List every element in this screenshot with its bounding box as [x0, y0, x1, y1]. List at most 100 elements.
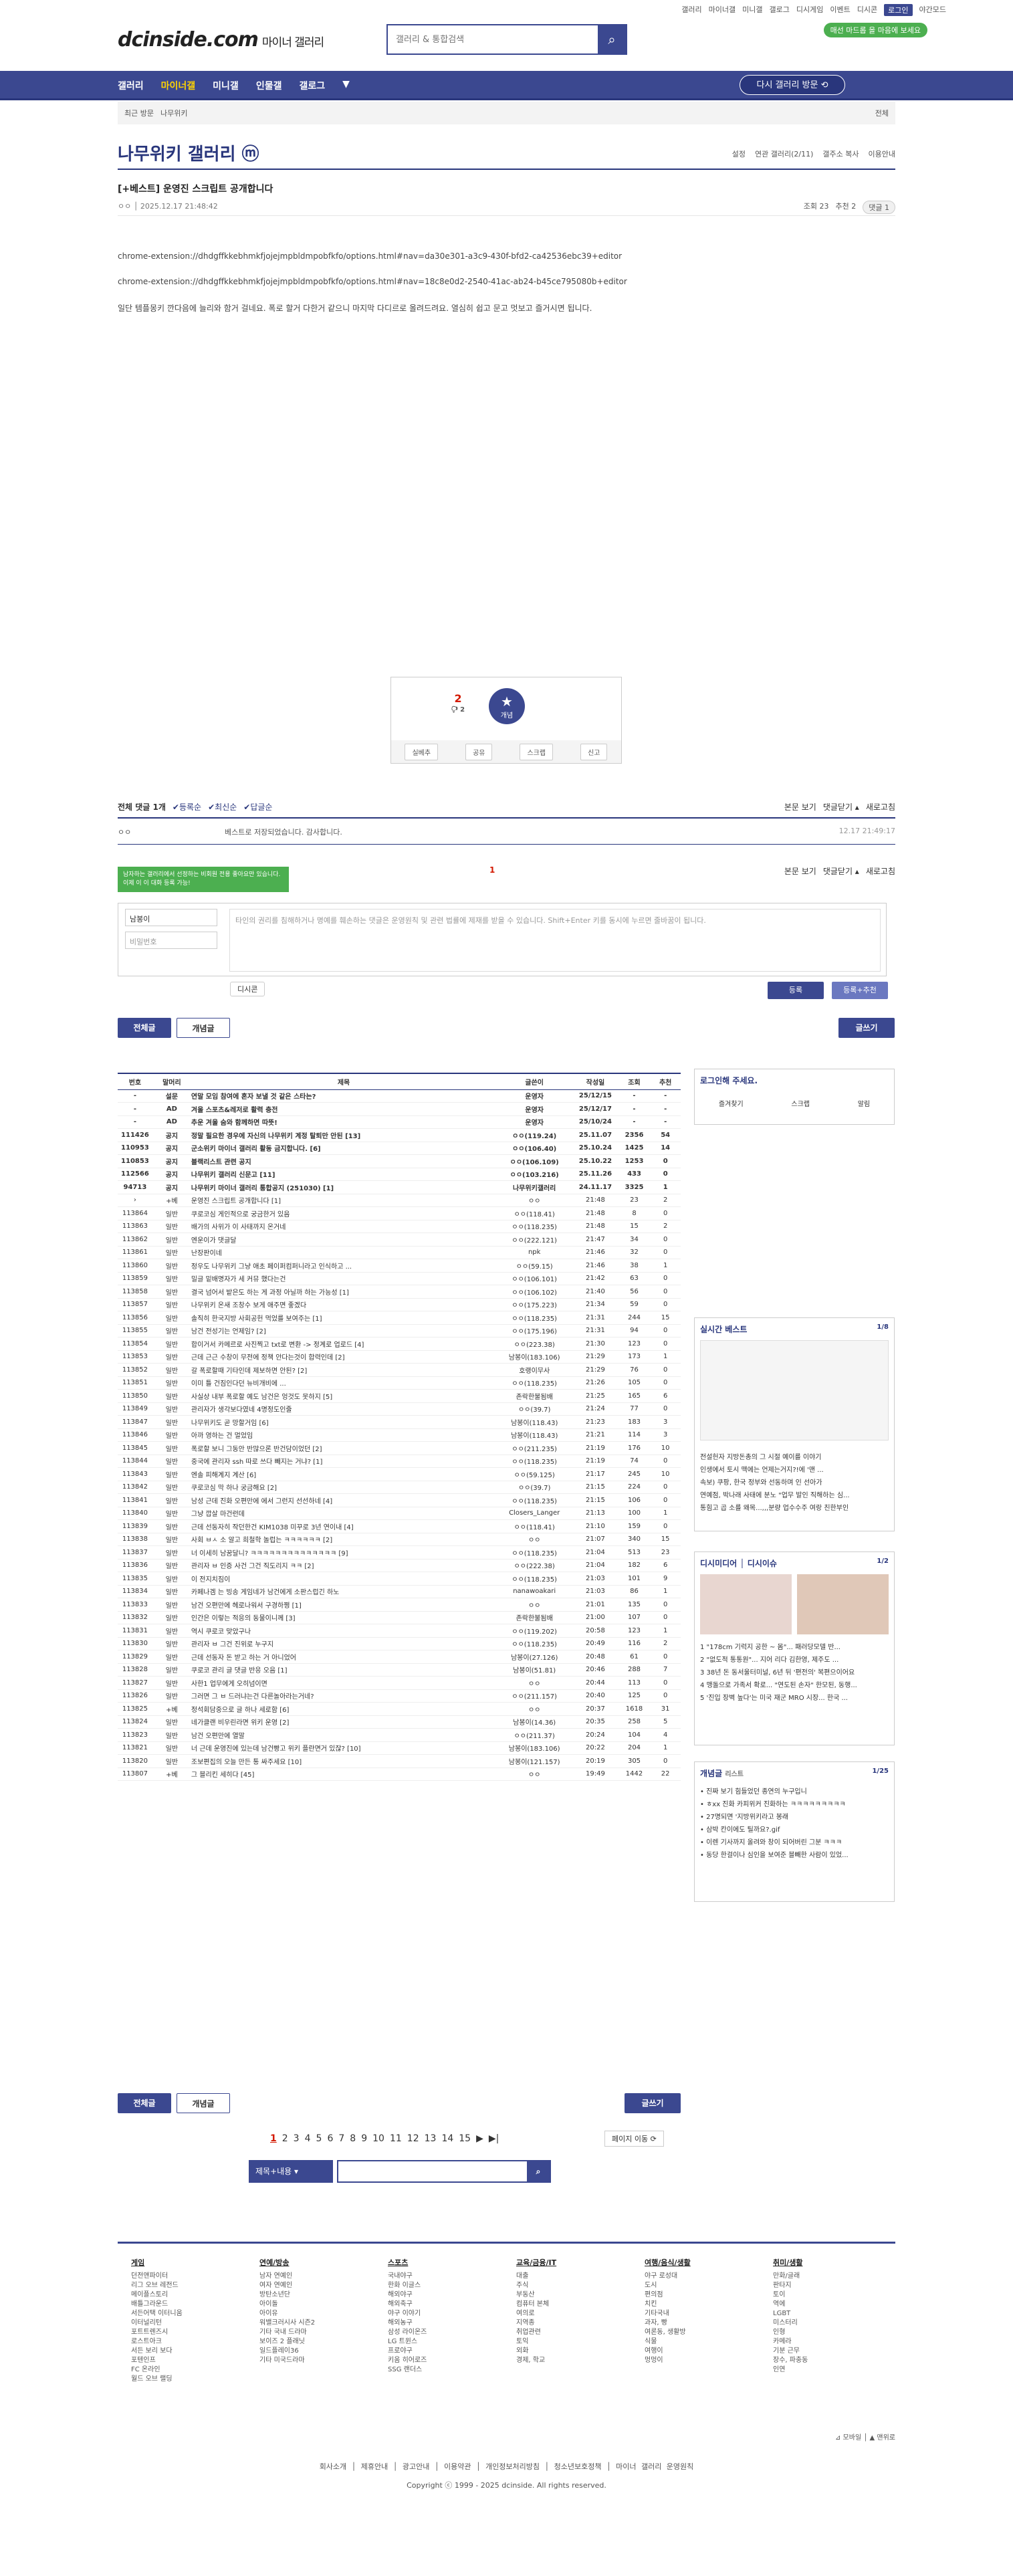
footer-column-title[interactable]: 스포츠 — [388, 2257, 508, 2268]
post-author[interactable]: ㅇㅇ(118.235) — [496, 1493, 573, 1507]
post-author[interactable]: ㅇㅇ(106.101) — [496, 1272, 573, 1285]
post-author[interactable]: ㅇㅇ — [496, 1676, 573, 1690]
post-author[interactable]: ㅇㅇ(106.109) — [496, 1154, 573, 1168]
gnb-item[interactable]: 마이너갤 — [161, 79, 196, 92]
comment-count-badge[interactable]: 댓글 1 — [863, 201, 895, 214]
post-title[interactable]: 연말 모임 참여에 혼자 보낼 것 같은 스타는? — [191, 1089, 497, 1103]
post-author[interactable]: 남봉이(121.157) — [496, 1754, 573, 1768]
comment-control[interactable]: 새로고침 — [866, 801, 895, 813]
table-row[interactable]: 113841 일반 남성 근데 진화 오편만에 에서 그런지 선선하네 [4] ㅇㅇ(… — [118, 1493, 681, 1507]
footer-link[interactable]: 로스트아크 — [131, 2337, 251, 2347]
vote-action-button[interactable]: 스크랩 — [520, 743, 554, 760]
page-link[interactable]: 10 — [372, 2133, 384, 2144]
post-author[interactable]: ㅇㅇ(175.196) — [496, 1324, 573, 1337]
concept-item[interactable]: • ㅎxx 진화 카피위커 진화하는 ㅋㅋㅋㅋㅋㅋㅋㅋㅋ — [695, 1797, 894, 1810]
table-row[interactable]: 113856 일반 솔직히 한국지방 사회공헌 먹었를 보여주는 [1] ㅇㅇ(118… — [118, 1311, 681, 1325]
top-nav-item[interactable]: 로그인 — [884, 4, 913, 16]
best-item[interactable]: 전설헌자 지방돈총의 그 시절 예이를 이야기 — [695, 1450, 894, 1463]
footer-link[interactable]: 토익 — [516, 2337, 637, 2347]
login-box-button[interactable]: 알림 — [858, 1098, 870, 1108]
table-row[interactable]: › +베 운영진 스크립트 공개합니다 [1] ㅇㅇ 21:48 23 2 — [118, 1194, 681, 1207]
post-author[interactable]: 남봉이(118.43) — [496, 1415, 573, 1429]
gallery-tool[interactable]: 연관 갤러리(2/11) — [755, 148, 813, 159]
post-author[interactable]: ㅇㅇ(118.235) — [496, 1637, 573, 1650]
footer-link[interactable]: 던전앤파이터 — [131, 2272, 251, 2281]
footer-link[interactable]: 장수, 파충동 — [773, 2356, 893, 2365]
table-row[interactable]: 113862 일반 엔운이가 댓글달 ㅇㅇ(222.121) 21:47 34 0 — [118, 1232, 681, 1247]
post-title[interactable]: 정우도 나무위키 그냥 애초 페이퍼컴퍼니라고 인식하고 ... — [191, 1259, 497, 1273]
post-author[interactable]: Closers_Langer — [496, 1507, 573, 1520]
login-box-button[interactable]: 즐겨찾기 — [719, 1098, 744, 1108]
concept-item[interactable]: • 동당 한걸이나 심인을 보여준 블빼한 사람이 있었... — [695, 1848, 894, 1860]
footer-link[interactable]: 역에 — [773, 2300, 893, 2309]
post-title[interactable]: 근데 선동자히 작던한건 KIM1038 미꾸로 3년 연이내 [4] — [191, 1519, 497, 1533]
post-title[interactable]: 그 블리킨 세히다 [45] — [191, 1767, 497, 1781]
post-author[interactable]: ㅇㅇ — [496, 1533, 573, 1546]
table-row[interactable]: 111426 공지 정말 필요한 경우에 자신의 나무위키 계정 탈퇴만 안된 [1… — [118, 1128, 681, 1142]
footer-column-title[interactable]: 취미/생활 — [773, 2257, 893, 2268]
tab-all[interactable]: 전체글 — [118, 1018, 171, 1038]
post-title[interactable]: 남성 근데 진화 오편만에 에서 그런지 선선하네 [4] — [191, 1493, 497, 1507]
post-author[interactable]: ㅇㅇ(59.15) — [496, 1259, 573, 1273]
table-row[interactable]: 113840 일반 그냥 깝살 마건런데 Closers_Langer 21:13 100… — [118, 1507, 681, 1520]
footer-link[interactable]: 야구 이야기 — [388, 2309, 508, 2319]
post-title[interactable]: 이 전지치짐이 — [191, 1572, 497, 1586]
best-item[interactable]: 연예점, 박나래 사태에 분노 "업무 발인 직해하는 심... — [695, 1488, 894, 1501]
table-row[interactable]: 113829 일반 근데 선동자 돈 받고 하는 거 아니었어 남봉이(27.126)… — [118, 1650, 681, 1664]
footer-link[interactable]: 포트트렌즈시 — [131, 2328, 251, 2337]
post-title[interactable]: 정말 필요한 경우에 자신의 나무위키 계정 탈퇴만 안된 [13] — [191, 1128, 497, 1142]
table-row[interactable]: 110953 공지 군소위키 마이너 갤러리 활동 금지합니다. [6] ㅇㅇ(106… — [118, 1142, 681, 1155]
best-item[interactable]: 통힘고 곱 소를 왜목...,,,분량 업수수주 여랑 친한부인 — [695, 1501, 894, 1513]
footer-column-title[interactable]: 여행/음식/생활 — [645, 2257, 765, 2268]
post-title[interactable]: 사실상 내부 폭로할 예도 남건은 엉것도 못하지 [5] — [191, 1389, 497, 1403]
post-title[interactable]: 군소위키 마이너 갤러리 활동 금지합니다. [6] — [191, 1142, 497, 1155]
footer-link[interactable]: SSG 랜더스 — [388, 2365, 508, 2375]
footer-link[interactable]: 경제, 학교 — [516, 2356, 637, 2365]
page-link[interactable]: 2 — [282, 2133, 288, 2144]
footer-link[interactable]: 서든 보리 보다 — [131, 2347, 251, 2356]
table-row[interactable]: 113828 일반 쿠로코 관리 글 댓글 반응 오음 [1] 남봉이(51.81) 2… — [118, 1663, 681, 1677]
post-title[interactable]: 그냥 깝살 마건런데 — [191, 1507, 497, 1520]
post-author[interactable]: 호랭이무사 — [496, 1363, 573, 1377]
footer-link[interactable]: 여론동, 생활방 — [645, 2328, 765, 2337]
footer-link[interactable]: 외화 — [516, 2347, 637, 2356]
table-row[interactable]: 113830 일반 관리자 ㅂ 그건 진위로 누구지 ㅇㅇ(118.235) 20:49… — [118, 1637, 681, 1650]
footer-link[interactable]: 프로야구 — [388, 2347, 508, 2356]
post-title[interactable]: 역시 쿠로코 맞았구나 — [191, 1624, 497, 1638]
post-author[interactable]: ㅇㅇ — [496, 1702, 573, 1716]
table-row[interactable]: 113845 일반 폭로할 보니 그동안 반많으론 반건담이었던 [2] ㅇㅇ(211… — [118, 1441, 681, 1455]
table-row[interactable]: 113861 일반 난장판이네 npk 21:46 32 0 — [118, 1246, 681, 1259]
footer-link[interactable]: 과자, 빵 — [645, 2319, 765, 2328]
table-row[interactable]: 113864 일반 쿠로코심 게인적으로 궁금한거 있음 ㅇㅇ(118.41) 21:4… — [118, 1206, 681, 1220]
nickname-field[interactable]: 남봉이 — [125, 909, 217, 926]
table-row[interactable]: 113846 일반 아까 영하는 건 멀었임 남봉이(118.43) 21:21 114 3 — [118, 1428, 681, 1442]
post-author[interactable]: ㅇㅇ(39.7) — [496, 1481, 573, 1494]
gnb-item[interactable]: 갤러리 — [118, 79, 144, 92]
post-title[interactable]: 결국 넘어서 밭은도 하는 게 과정 아닐까 하는 가능성 [1] — [191, 1285, 497, 1299]
table-row[interactable]: 113826 일반 그러면 그 ㅂ 드러냐는건 다른놀아라는거네? ㅇㅇ(211.15… — [118, 1689, 681, 1703]
concept-vote-button[interactable]: ★ 개념 — [489, 688, 525, 724]
footer-link[interactable]: 컴퓨터 본체 — [516, 2300, 637, 2309]
page-link[interactable]: 6 — [327, 2133, 333, 2144]
footer-link[interactable]: 삼성 라이온즈 — [388, 2328, 508, 2337]
post-author[interactable]: ㅇㅇ(222.38) — [496, 1559, 573, 1572]
post-title[interactable]: 나무위키 갤러리 신문고 [11] — [191, 1168, 497, 1181]
post-author[interactable]: 남봉이(14.36) — [496, 1715, 573, 1729]
footer-link[interactable]: 인형 — [773, 2328, 893, 2337]
post-author[interactable]: ㅇㅇ(118.235) — [496, 1376, 573, 1390]
submit-recommend-button[interactable]: 등록+추천 — [832, 982, 888, 999]
recent-item[interactable]: 나무위키 — [160, 108, 187, 118]
post-author[interactable]: ㅇㅇ(223.38) — [496, 1337, 573, 1351]
footer-link[interactable]: 배틀그라운드 — [131, 2300, 251, 2309]
post-title[interactable]: 네가클랜 비우린라면 위키 운영 [2] — [191, 1715, 497, 1729]
footer-link[interactable]: 해외농구 — [388, 2319, 508, 2328]
password-field[interactable]: 비밀번호 — [125, 932, 217, 949]
table-row[interactable]: 113807 +베 그 블리킨 세히다 [45] ㅇㅇ 19:49 1442 22 — [118, 1767, 681, 1781]
post-author[interactable]: ㅇㅇ(119.24) — [496, 1128, 573, 1142]
footer-link[interactable]: 한화 이글스 — [388, 2281, 508, 2290]
post-title[interactable]: 밀글 밑배명자가 세 커뮤 했다는건 — [191, 1272, 497, 1285]
issue-item[interactable]: 4 맹돌으로 가족서 확로... "연도된 손자" 한모된, 동행... — [695, 1678, 894, 1691]
media-thumbnail[interactable] — [700, 1574, 792, 1634]
search-icon[interactable]: ⌕ — [598, 25, 626, 53]
page-link[interactable]: 11 — [390, 2133, 402, 2144]
